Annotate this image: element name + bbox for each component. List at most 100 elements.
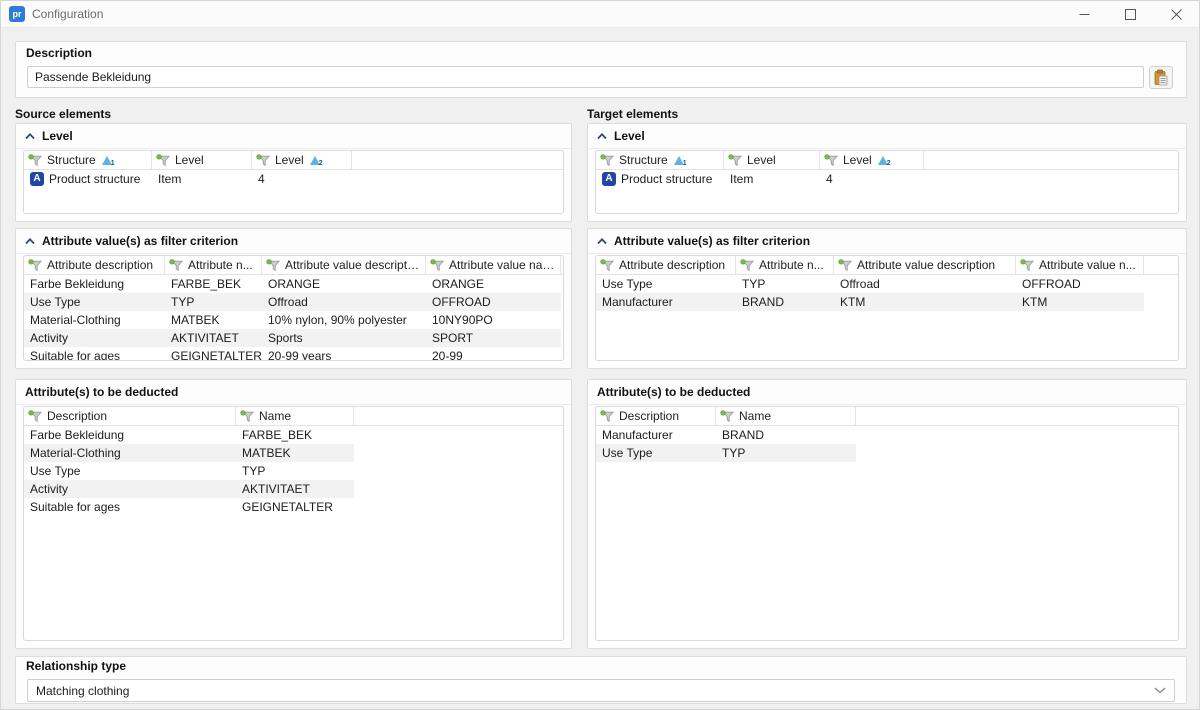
column-header[interactable]: Attribute value n... — [1016, 256, 1144, 274]
table-cell: Manufacturer — [596, 426, 716, 444]
column-header[interactable]: Description — [596, 407, 716, 425]
minimize-button[interactable] — [1061, 1, 1107, 27]
paste-icon — [1152, 69, 1170, 87]
table-row[interactable]: Use TypeTYPOffroadOFFROAD — [596, 275, 1144, 293]
table-row[interactable]: ManufacturerBRANDKTMKTM — [596, 293, 1144, 311]
table-cell: Material-Clothing — [24, 444, 236, 462]
table-row[interactable]: Material-ClothingMATBEK — [24, 444, 354, 462]
table-cell: 10% nylon, 90% polyester — [262, 311, 426, 329]
table-header-row: Structure1LevelLevel2 — [596, 151, 1178, 170]
filter-icon[interactable] — [740, 259, 755, 272]
table-cell: GEIGNETALTER — [236, 498, 354, 516]
window-title: Configuration — [32, 7, 103, 21]
table-row[interactable]: Farbe BekleidungFARBE_BEK — [24, 426, 354, 444]
column-header-label: Attribute n... — [759, 258, 824, 272]
relationship-select-value: Matching clothing — [36, 684, 129, 698]
column-header[interactable]: Level — [152, 151, 252, 169]
table-cell: Farbe Bekleidung — [24, 275, 165, 293]
table-row[interactable]: AProduct structureItem4 — [24, 170, 352, 188]
table-cell: KTM — [1016, 293, 1144, 311]
filter-icon[interactable] — [838, 259, 853, 272]
table-row[interactable]: ActivityAKTIVITAETSportsSPORT — [24, 329, 561, 347]
filter-icon[interactable] — [169, 259, 184, 272]
maximize-button[interactable] — [1107, 1, 1153, 27]
table-header-row: DescriptionName — [596, 407, 1178, 426]
table-cell: Activity — [24, 329, 165, 347]
collapse-icon[interactable] — [597, 133, 607, 140]
filter-icon[interactable] — [28, 259, 43, 272]
column-header[interactable]: Name — [716, 407, 856, 425]
table-cell: ORANGE — [426, 275, 561, 293]
target-filter-table: Attribute description Attribute n... Attri… — [595, 255, 1179, 361]
paste-button[interactable] — [1149, 66, 1173, 89]
table-row[interactable]: Suitable for agesGEIGNETALTER — [24, 498, 354, 516]
maximize-icon — [1125, 9, 1136, 20]
table-cell: SPORT — [426, 329, 561, 347]
table-header-row: Attribute description Attribute n... Attri… — [24, 256, 563, 275]
filter-icon[interactable] — [600, 410, 615, 423]
column-header[interactable]: Attribute description — [596, 256, 736, 274]
column-header[interactable]: Level — [724, 151, 820, 169]
table-row[interactable]: Material-ClothingMATBEK10% nylon, 90% po… — [24, 311, 561, 329]
column-header-label: Level — [175, 153, 204, 167]
collapse-icon[interactable] — [25, 238, 35, 245]
column-header[interactable]: Attribute value name — [426, 256, 561, 274]
column-header-label: Attribute n... — [188, 258, 253, 272]
table-cell: Use Type — [24, 293, 165, 311]
table-row[interactable]: Use TypeTYP — [24, 462, 354, 480]
relationship-panel: Relationship type Matching clothing — [15, 656, 1187, 704]
description-input[interactable] — [27, 66, 1144, 88]
table-cell: Suitable for ages — [24, 347, 165, 361]
table-row[interactable]: Farbe BekleidungFARBE_BEKORANGEORANGE — [24, 275, 561, 293]
table-cell: TYP — [716, 444, 856, 462]
table-cell: Use Type — [24, 462, 236, 480]
column-header[interactable]: Name — [236, 407, 354, 425]
sort-indicator-icon: 2 — [310, 156, 321, 165]
section-heading: Level — [614, 129, 645, 143]
sort-indicator-icon: 1 — [674, 156, 685, 165]
column-header[interactable]: Level2 — [820, 151, 924, 169]
table-cell: TYP — [236, 462, 354, 480]
filter-icon[interactable] — [1020, 259, 1035, 272]
close-button[interactable] — [1153, 1, 1199, 27]
source-filter-table: Attribute description Attribute n... Attri… — [23, 255, 564, 361]
filter-icon[interactable] — [28, 154, 43, 167]
column-header[interactable]: Attribute n... — [736, 256, 834, 274]
column-header[interactable]: Attribute n... — [165, 256, 262, 274]
collapse-icon[interactable] — [597, 238, 607, 245]
filter-icon[interactable] — [728, 154, 743, 167]
filter-icon[interactable] — [240, 410, 255, 423]
filter-icon[interactable] — [600, 154, 615, 167]
column-header[interactable]: Attribute description — [24, 256, 165, 274]
table-row[interactable]: Use TypeTYP — [596, 444, 856, 462]
filter-icon[interactable] — [720, 410, 735, 423]
source-filter-panel: Attribute value(s) as filter criterion A… — [15, 228, 572, 369]
target-level-table: Structure1LevelLevel2AProduct structureI… — [595, 150, 1179, 214]
filter-icon[interactable] — [156, 154, 171, 167]
filter-icon[interactable] — [430, 259, 445, 272]
column-header[interactable]: Description — [24, 407, 236, 425]
table-row[interactable]: AProduct structureItem4 — [596, 170, 924, 188]
relationship-select[interactable]: Matching clothing — [27, 679, 1175, 702]
table-row[interactable]: Suitable for agesGEIGNETALTER20-99 years… — [24, 347, 561, 361]
table-row[interactable]: Use TypeTYPOffroadOFFROAD — [24, 293, 561, 311]
collapse-icon[interactable] — [25, 133, 35, 140]
table-header-row: Structure1 Level Level2 — [24, 151, 563, 170]
table-cell: Item — [724, 170, 820, 188]
table-cell: OFFROAD — [426, 293, 561, 311]
filter-icon[interactable] — [28, 410, 43, 423]
filter-icon[interactable] — [266, 259, 281, 272]
table-row[interactable]: ManufacturerBRAND — [596, 426, 856, 444]
column-header[interactable]: Level2 — [252, 151, 352, 169]
table-cell: FARBE_BEK — [236, 426, 354, 444]
table-cell: MATBEK — [236, 444, 354, 462]
filter-icon[interactable] — [256, 154, 271, 167]
table-row[interactable]: ActivityAKTIVITAET — [24, 480, 354, 498]
column-header[interactable]: Structure1 — [24, 151, 152, 169]
filter-icon[interactable] — [600, 259, 615, 272]
column-header[interactable]: Attribute value description — [262, 256, 426, 274]
column-header[interactable]: Structure1 — [596, 151, 724, 169]
section-heading: Attribute value(s) as filter criterion — [42, 234, 238, 248]
column-header[interactable]: Attribute value description — [834, 256, 1016, 274]
filter-icon[interactable] — [824, 154, 839, 167]
